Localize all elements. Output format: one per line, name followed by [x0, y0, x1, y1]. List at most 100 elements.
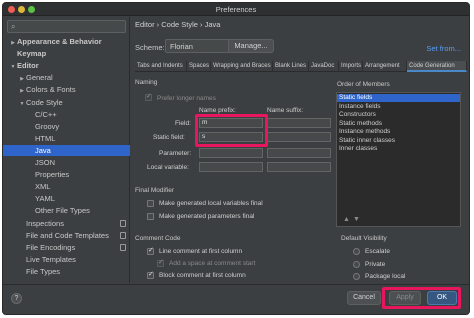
sidebar-item-colors-fonts[interactable]: ▶ Colors & Fonts: [3, 84, 130, 95]
local-variable-prefix-input[interactable]: [199, 162, 263, 172]
order-item-instance-fields[interactable]: Instance fields: [337, 103, 460, 111]
tab-arrangement[interactable]: Arrangement: [363, 61, 407, 72]
manage-button[interactable]: Manage...: [228, 39, 274, 53]
sidebar-item-live-templates[interactable]: Live Templates: [3, 254, 130, 265]
order-of-members-list[interactable]: ▲ ▼ Static fields Instance fields Construc…: [336, 92, 461, 227]
order-item-static-inner-classes[interactable]: Static inner classes: [337, 137, 460, 145]
tab-spaces[interactable]: Spaces: [187, 61, 211, 72]
prefer-longer-checkbox[interactable]: [145, 92, 152, 101]
project-scope-icon: [120, 243, 126, 251]
set-from-link[interactable]: Set from...: [426, 44, 461, 53]
field-label: Field:: [175, 120, 191, 127]
suffix-header: Name suffix:: [267, 107, 304, 114]
add-space-label: Add a space at comment start: [169, 260, 256, 267]
block-comment-first-label: Block comment at first column: [159, 272, 246, 279]
sidebar-item-general[interactable]: ▶ General: [3, 72, 130, 83]
settings-search-input[interactable]: ⌕: [7, 20, 126, 33]
preferences-window: Preferences ⌕ ▶ Appearance & Behavior Keym…: [2, 2, 470, 315]
tab-imports[interactable]: Imports: [339, 61, 363, 72]
project-scope-icon: [120, 219, 126, 227]
sidebar-item-html[interactable]: HTML: [3, 133, 130, 144]
scheme-row: Scheme: Florian ▼ Manage... Set from...: [135, 39, 467, 55]
settings-sidebar: ⌕ ▶ Appearance & Behavior Keymap ▼ Editor ▶ Ge…: [3, 17, 130, 283]
sidebar-item-label: HTML: [35, 133, 56, 143]
final-local-vars-label: Make generated local variables final: [159, 200, 263, 207]
order-item-instance-methods[interactable]: Instance methods: [337, 128, 460, 136]
local-variable-suffix-input[interactable]: [267, 162, 331, 172]
sidebar-item-label: Code Style: [26, 97, 63, 107]
tab-tabs-and-indents[interactable]: Tabs and Indents: [135, 61, 187, 72]
tab-bar: Tabs and Indents Spaces Wrapping and Brace…: [135, 61, 467, 72]
order-item-static-methods[interactable]: Static methods: [337, 120, 460, 128]
sidebar-item-other-file-types[interactable]: Other File Types: [3, 205, 130, 216]
parameter-label: Parameter:: [159, 150, 192, 157]
move-up-icon[interactable]: ▲: [343, 216, 350, 223]
prefer-longer-label: Prefer longer names: [157, 95, 216, 102]
sidebar-item-editor[interactable]: ▼ Editor: [3, 60, 130, 71]
field-suffix-input[interactable]: [267, 118, 331, 128]
sidebar-item-file-encodings[interactable]: File Encodings: [3, 242, 130, 253]
tab-javadoc[interactable]: JavaDoc: [309, 61, 339, 72]
sidebar-item-label: General: [26, 73, 53, 83]
final-local-vars-checkbox[interactable]: [147, 200, 154, 207]
tab-code-generation[interactable]: Code Generation: [407, 61, 467, 72]
sidebar-item-label: Keymap: [17, 49, 47, 59]
title-bar: Preferences: [3, 3, 469, 16]
tab-wrapping-and-braces[interactable]: Wrapping and Braces: [211, 61, 273, 72]
block-comment-first-checkbox[interactable]: [147, 270, 154, 279]
visibility-escalate-label: Escalate: [365, 248, 390, 255]
sidebar-item-c-c[interactable]: C/C++: [3, 109, 130, 120]
sidebar-item-label: File and Code Templates: [26, 230, 109, 240]
prefix-header: Name prefix:: [199, 107, 236, 114]
help-button[interactable]: ?: [11, 293, 22, 304]
final-modifier-title: Final Modifier: [135, 187, 175, 194]
add-space-checkbox[interactable]: [157, 258, 164, 267]
sidebar-item-java[interactable]: Java: [3, 144, 130, 156]
sidebar-item-label: YAML: [35, 194, 55, 204]
sidebar-item-label: Colors & Fonts: [26, 85, 76, 95]
sidebar-item-appearance-behavior[interactable]: ▶ Appearance & Behavior: [3, 36, 130, 47]
tab-blank-lines[interactable]: Blank Lines: [273, 61, 309, 72]
sidebar-item-file-and-code-templates[interactable]: File and Code Templates: [3, 230, 130, 241]
scheme-label: Scheme:: [135, 43, 165, 52]
sidebar-item-label: File Encodings: [26, 242, 76, 252]
sidebar-item-file-types[interactable]: File Types: [3, 266, 130, 277]
parameter-prefix-input[interactable]: [199, 148, 263, 158]
visibility-private-radio[interactable]: [353, 261, 360, 268]
sidebar-item-json[interactable]: JSON: [3, 157, 130, 168]
comment-code-title: Comment Code: [135, 235, 181, 242]
move-down-icon[interactable]: ▼: [353, 216, 360, 223]
sidebar-item-yaml[interactable]: YAML: [3, 193, 130, 204]
static-field-suffix-input[interactable]: [267, 132, 331, 142]
sidebar-item-label: C/C++: [35, 109, 57, 119]
visibility-package-radio[interactable]: [353, 273, 360, 280]
cancel-button[interactable]: Cancel: [347, 291, 381, 305]
sidebar-item-label: Java: [35, 145, 51, 155]
sidebar-item-properties[interactable]: Properties: [3, 169, 130, 180]
sidebar-item-label: Editor: [17, 61, 39, 71]
highlight-annotation-buttons: [382, 287, 461, 309]
sidebar-item-label: Groovy: [35, 121, 60, 131]
order-item-inner-classes[interactable]: Inner classes: [337, 145, 460, 153]
order-title: Order of Members: [337, 81, 390, 88]
sidebar-item-keymap[interactable]: Keymap: [3, 48, 130, 59]
sidebar-item-code-style[interactable]: ▼ Code Style: [3, 97, 130, 108]
sidebar-item-label: Properties: [35, 170, 70, 180]
sidebar-item-label: Live Templates: [26, 254, 76, 264]
dialog-footer: ? Cancel Apply OK: [3, 284, 469, 314]
parameter-suffix-input[interactable]: [267, 148, 331, 158]
visibility-escalate-radio[interactable]: [353, 248, 360, 255]
sidebar-item-inspections[interactable]: Inspections: [3, 218, 130, 229]
line-comment-first-checkbox[interactable]: [147, 246, 154, 255]
naming-title: Naming: [135, 79, 158, 86]
final-params-checkbox[interactable]: [147, 213, 154, 220]
sidebar-item-xml[interactable]: XML: [3, 181, 130, 192]
sidebar-item-label: Appearance & Behavior: [17, 37, 102, 46]
scheme-value: Florian: [170, 42, 193, 51]
order-item-static-fields[interactable]: Static fields: [337, 94, 460, 102]
order-item-constructors[interactable]: Constructors: [337, 111, 460, 119]
sidebar-item-label: Other File Types: [35, 206, 90, 216]
sidebar-item-groovy[interactable]: Groovy: [3, 121, 130, 132]
breadcrumb: Editor › Code Style › Java: [135, 20, 221, 29]
sidebar-item-label: JSON: [35, 158, 56, 167]
